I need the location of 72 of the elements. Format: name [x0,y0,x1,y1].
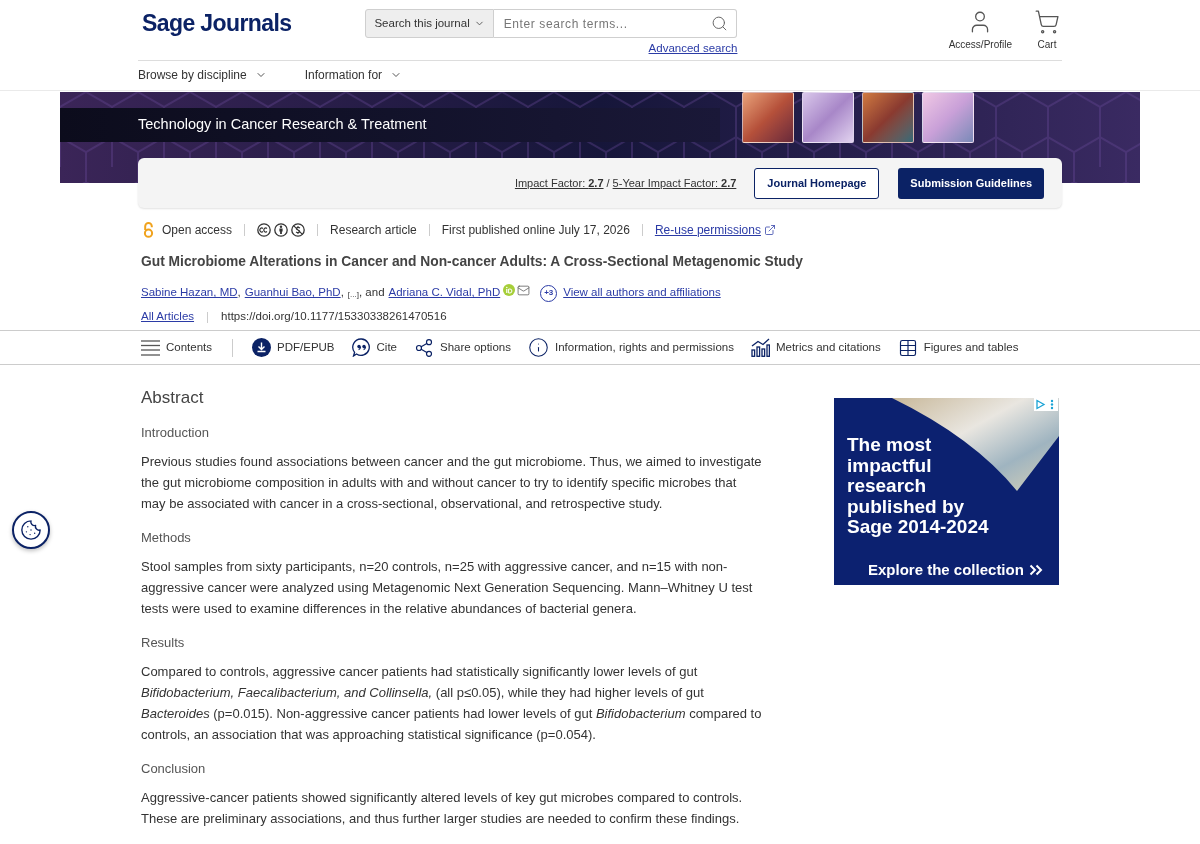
abstract-heading: Abstract [141,387,205,409]
expand-authors-button[interactable]: [...] [347,289,359,301]
separator-text: , [340,285,344,301]
menu-icon [141,339,160,356]
cookie-icon [20,519,42,541]
doi-text: https://doi.org/10.1177/15330338261470516 [221,309,447,325]
cite-button[interactable]: Cite [351,338,397,357]
table-icon [897,337,918,358]
orcid-icon[interactable] [503,284,516,296]
section-heading: Methods [141,529,192,547]
advertisement-banner[interactable]: The most impactful research published by Sage 2014-2024 Explore the collection [834,398,1059,585]
mail-icon[interactable] [517,284,531,297]
ad-headline: The most impactful research published by Sage 2014-2024 [847,435,990,538]
reuse-permissions-link[interactable]: Re-use permissions [654,221,776,239]
section-heading: Results [141,634,186,652]
search-icon[interactable] [711,15,729,32]
separator-text: , and [358,285,385,301]
view-all-authors-link[interactable]: View all authors and affiliations [563,284,721,302]
quote-icon [351,338,371,357]
cookie-settings-button[interactable] [12,511,50,549]
impact-factor-link[interactable]: 5-Year Impact Factor: 2.7 [612,174,737,192]
creative-commons-icon [257,223,272,237]
ad-choices-icon[interactable] [1034,398,1058,411]
profile-link[interactable]: Access/Profile [948,9,1012,51]
all-articles-link[interactable]: All Articles [141,308,195,326]
info-icon [527,337,549,358]
logo[interactable]: Sage Journals [142,9,292,37]
author-link[interactable]: Sabine Hazan, MD [141,284,238,302]
search-scope-dropdown[interactable]: Search this journal [365,9,494,38]
open-lock-icon [143,222,154,238]
attribution-icon [274,223,289,237]
abstract-paragraph: Stool samples from sixty participants, n=20 controls, n=25 with aggressive cancer, and n=15 with non-aggressive cancer were analyzed using Metagenomic Next Generation Sequencing. Mann–Whitney U test tests were used to examine differences in the relative abundances of bacterial genera. [141,558,754,618]
author-link[interactable]: Adriana C. Vidal, PhD [388,284,501,302]
abstract-paragraph: Aggressive-cancer patients showed significantly altered levels of key gut microbes compared to controls. These are preliminary associations, and thus further larger studies are needed to confirm these findings. [141,789,744,828]
abstract-paragraph: Previous studies found associations between cancer and the gut microbiome. Thus, we aimed to investigate the gut microbiome composition in adults with and without cancer to try to identify specific microbes that may be associated with cancer in a cross-sectional, observational, and retrospective study. [141,453,763,513]
ad-call-to-action[interactable]: Explore the collection [868,558,1024,581]
submission-guidelines-button[interactable]: Submission Guidelines [898,167,1044,199]
photo-placeholder [862,92,914,143]
abstract-paragraph: Compared to controls, aggressive cancer patients had statistically significantly lower levels of gut Bifidobacterium, Faecalibacterium, and Collinsella, (all p≤0.05), while they had higher levels of gut Bacteroides (p=0.015). Non-aggressive cancer patients had lower levels of gut Bifidobacterium compared to controls, an association that was approaching statistical significance (p=0.054). [141,663,763,744]
nav-dropdown[interactable]: Browse by discipline [138,66,267,84]
information-button[interactable]: Information, rights and permissions [527,337,734,358]
external-link-icon [763,224,776,236]
contents-button[interactable]: Contents [141,338,213,357]
download-icon [252,338,272,357]
journal-homepage-button[interactable]: Journal Homepage [754,167,880,199]
separator-text: / [606,175,610,191]
section-heading: Conclusion [141,760,207,778]
photo-placeholder [802,92,854,143]
advanced-search-link[interactable]: Advanced search [648,41,738,55]
open-access-label: Open access [162,222,233,239]
search-field[interactable]: Enter search terms... [493,9,738,38]
photo-placeholder [742,92,794,143]
section-heading: Introduction [141,424,210,442]
metrics-button[interactable]: Metrics and citations [750,338,881,357]
bar-chart-icon [750,338,770,357]
pdf-download-button[interactable]: PDF/EPUB [252,338,335,357]
noncommercial-icon [291,223,306,237]
cart-icon [1034,9,1060,35]
author-link[interactable]: Guanhui Bao, PhD [244,284,341,302]
photo-placeholder [922,92,974,143]
double-chevron-icon [1028,563,1043,576]
article-type: Research article [330,222,417,239]
nav-dropdown[interactable]: Information for [304,66,403,84]
article-title: Gut Microbiome Alterations in Cancer and Non-cancer Adults: A Cross-Sectional Metagenomic Study [140,253,804,271]
share-button[interactable]: Share options [414,337,511,358]
cart-link[interactable]: Cart [1034,9,1060,51]
separator-text: , [237,285,241,301]
impact-factor-link[interactable]: Impact Factor: 2.7 [514,174,604,192]
figures-button[interactable]: Figures and tables [897,337,1019,358]
publication-date: First published online July 17, 2026 [441,222,630,239]
journal-title[interactable]: Technology in Cancer Research & Treatment [138,114,427,136]
share-icon [414,337,434,358]
